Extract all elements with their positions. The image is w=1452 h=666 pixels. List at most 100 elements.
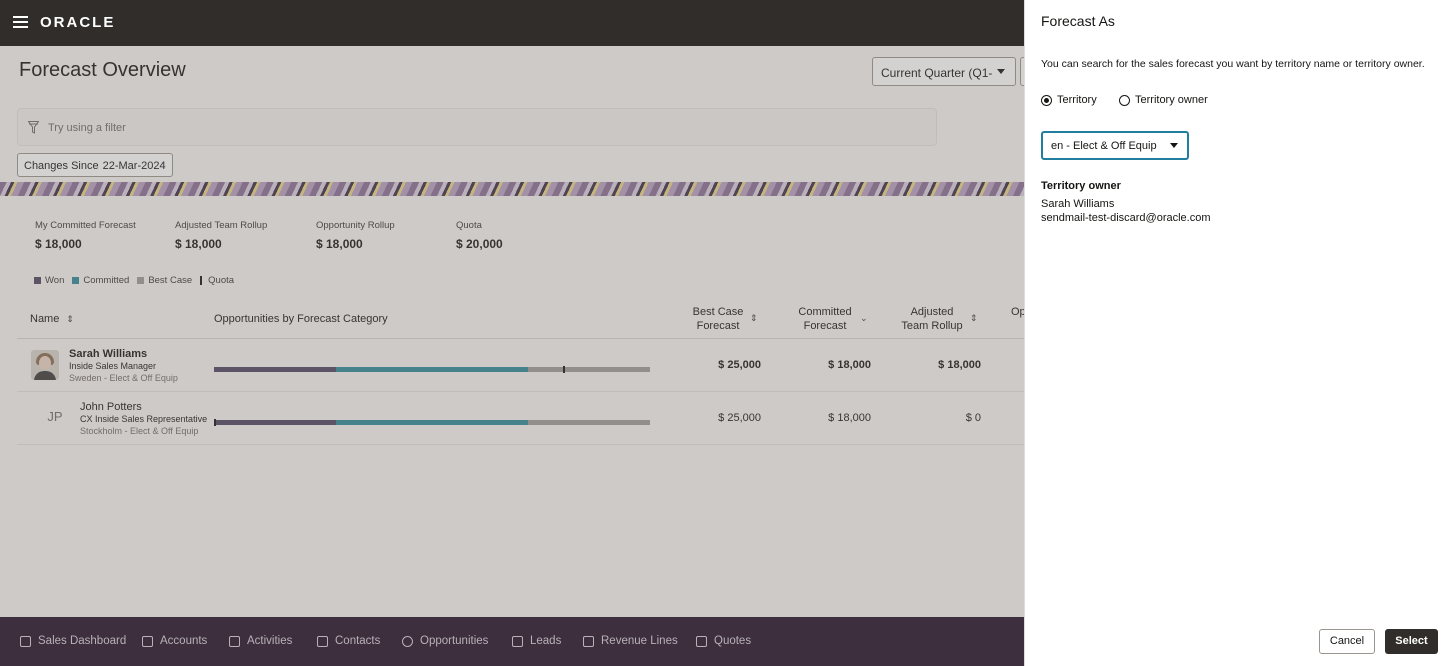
cart-icon — [583, 635, 594, 647]
person-role: CX Inside Sales Representative — [80, 414, 208, 424]
radio-label: Territory owner — [1135, 94, 1208, 106]
bar-segment-committed — [336, 420, 528, 425]
nav-label: Sales Dashboard — [38, 635, 127, 647]
radio-unselected-icon — [1119, 94, 1130, 106]
decorative-banner — [0, 182, 1024, 196]
cancel-button[interactable]: Cancel — [1319, 629, 1375, 654]
avatar — [31, 350, 59, 380]
metric-value: $ 18,000 — [316, 237, 363, 251]
hamburger-menu-icon[interactable] — [13, 16, 28, 28]
sort-icon[interactable]: ⇕ — [970, 313, 978, 324]
legend-swatch — [137, 277, 145, 284]
metric-label: Quota — [456, 220, 482, 231]
nav-quotes[interactable]: Quotes — [696, 635, 751, 647]
column-header-best-case[interactable]: Best Case Forecast — [690, 305, 746, 333]
period-select-value: Current Quarter (Q1- — [881, 66, 993, 80]
metric-quota: Quota $ 20,000 — [456, 220, 503, 251]
person-role: Inside Sales Manager — [69, 361, 157, 371]
column-header-label: Committed — [798, 306, 852, 318]
drawer-description: You can search for the sales forecast yo… — [1041, 58, 1425, 70]
person-name[interactable]: John Potters — [80, 401, 142, 413]
nav-revenue-lines[interactable]: Revenue Lines — [583, 635, 678, 647]
legend-swatch — [72, 277, 80, 284]
best-case-value: $ 25,000 — [718, 359, 761, 371]
nav-accounts[interactable]: Accounts — [142, 635, 207, 647]
nav-leads[interactable]: Leads — [512, 635, 561, 647]
column-header-adjusted[interactable]: Adjusted Team Rollup — [900, 305, 964, 333]
sort-desc-icon[interactable]: ⌄ — [860, 313, 868, 324]
nav-label: Opportunities — [420, 635, 489, 647]
calendar-icon — [229, 635, 240, 647]
contact-card-icon — [317, 635, 328, 647]
bar-segment-won — [214, 367, 336, 372]
bottom-nav: Sales Dashboard Accounts Activities Cont… — [0, 617, 1024, 666]
column-header-label: Adjusted — [910, 306, 954, 318]
nav-label: Activities — [247, 635, 293, 647]
chevron-down-icon — [1170, 143, 1178, 148]
radio-label: Territory — [1057, 94, 1097, 106]
nav-label: Quotes — [714, 635, 752, 647]
changes-since-label: Changes Since — [24, 160, 99, 172]
column-header-label: Forecast — [803, 320, 847, 332]
column-header-label: Team Rollup — [901, 320, 963, 332]
best-case-value: $ 25,000 — [718, 412, 761, 424]
avatar-initials: JP — [47, 409, 63, 424]
legend-label: Quota — [208, 275, 235, 286]
chart-legend: Won Committed Best Case Quota — [34, 275, 242, 286]
bar-segment-committed — [336, 367, 528, 372]
page-title: Forecast Overview — [19, 59, 186, 81]
chevron-down-icon — [997, 69, 1005, 74]
adjusted-value: $ 18,000 — [938, 359, 981, 371]
radio-territory[interactable]: Territory — [1041, 94, 1097, 106]
document-icon — [696, 635, 707, 647]
owner-email: sendmail-test-discard@oracle.com — [1041, 212, 1211, 224]
legend-committed: Committed — [72, 275, 129, 286]
metric-adjusted-team-rollup: Adjusted Team Rollup $ 18,000 — [175, 220, 267, 251]
nav-opportunities[interactable]: Opportunities — [402, 635, 488, 647]
drawer-title: Forecast As — [1041, 13, 1115, 29]
metric-opportunity-rollup: Opportunity Rollup $ 18,000 — [316, 220, 395, 251]
select-button[interactable]: Select — [1385, 629, 1438, 654]
period-select[interactable]: Current Quarter (Q1- — [872, 57, 1016, 86]
quota-marker — [563, 366, 565, 373]
dashboard-icon — [20, 635, 31, 647]
column-header-opportunities: Opportunities by Forecast Category — [214, 313, 388, 325]
filter-bar[interactable]: Try using a filter — [17, 108, 937, 146]
legend-label: Won — [45, 275, 65, 286]
radio-territory-owner[interactable]: Territory owner — [1119, 94, 1208, 106]
nav-label: Contacts — [335, 635, 381, 647]
metric-label: Adjusted Team Rollup — [175, 220, 268, 231]
bar-segment-best-case — [528, 367, 650, 372]
column-header-label: Best Case — [692, 306, 744, 318]
nav-contacts[interactable]: Contacts — [317, 635, 380, 647]
sort-icon[interactable]: ⇕ — [750, 313, 758, 324]
nav-label: Accounts — [160, 635, 208, 647]
legend-best-case: Best Case — [137, 275, 192, 286]
person-name[interactable]: Sarah Williams — [69, 348, 147, 360]
filter-placeholder: Try using a filter — [48, 122, 126, 134]
legend-quota-line — [200, 276, 203, 285]
quota-marker — [214, 419, 216, 426]
bar-segment-best-case — [528, 420, 650, 425]
legend-swatch — [34, 277, 41, 284]
column-header-committed[interactable]: Committed Forecast — [794, 305, 856, 333]
person-location: Sweden - Elect & Off Equip — [69, 373, 178, 383]
radio-selected-icon — [1041, 94, 1052, 106]
nav-activities[interactable]: Activities — [229, 635, 292, 647]
changes-since-value: 22-Mar-2024 — [102, 160, 166, 172]
column-header-label: Name — [30, 313, 60, 325]
nav-sales-dashboard[interactable]: Sales Dashboard — [20, 635, 126, 647]
oracle-logo: ORACLE — [40, 14, 116, 31]
changes-since-chip[interactable]: Changes Since 22-Mar-2024 — [17, 153, 173, 177]
forecast-as-drawer: Forecast As You can search for the sales… — [1024, 0, 1452, 666]
header-divider — [17, 338, 1024, 339]
adjusted-value: $ 0 — [965, 412, 981, 424]
column-header-name[interactable]: Name ⇕ — [30, 313, 74, 325]
metric-committed-forecast: My Committed Forecast $ 18,000 — [35, 220, 136, 251]
handshake-icon — [512, 635, 523, 647]
legend-quota: Quota — [200, 275, 234, 286]
column-header-label: Forecast — [696, 320, 740, 332]
territory-select-value: en - Elect & Off Equip — [1051, 140, 1157, 152]
territory-select[interactable]: en - Elect & Off Equip — [1041, 131, 1189, 160]
forecast-bar — [214, 366, 650, 373]
